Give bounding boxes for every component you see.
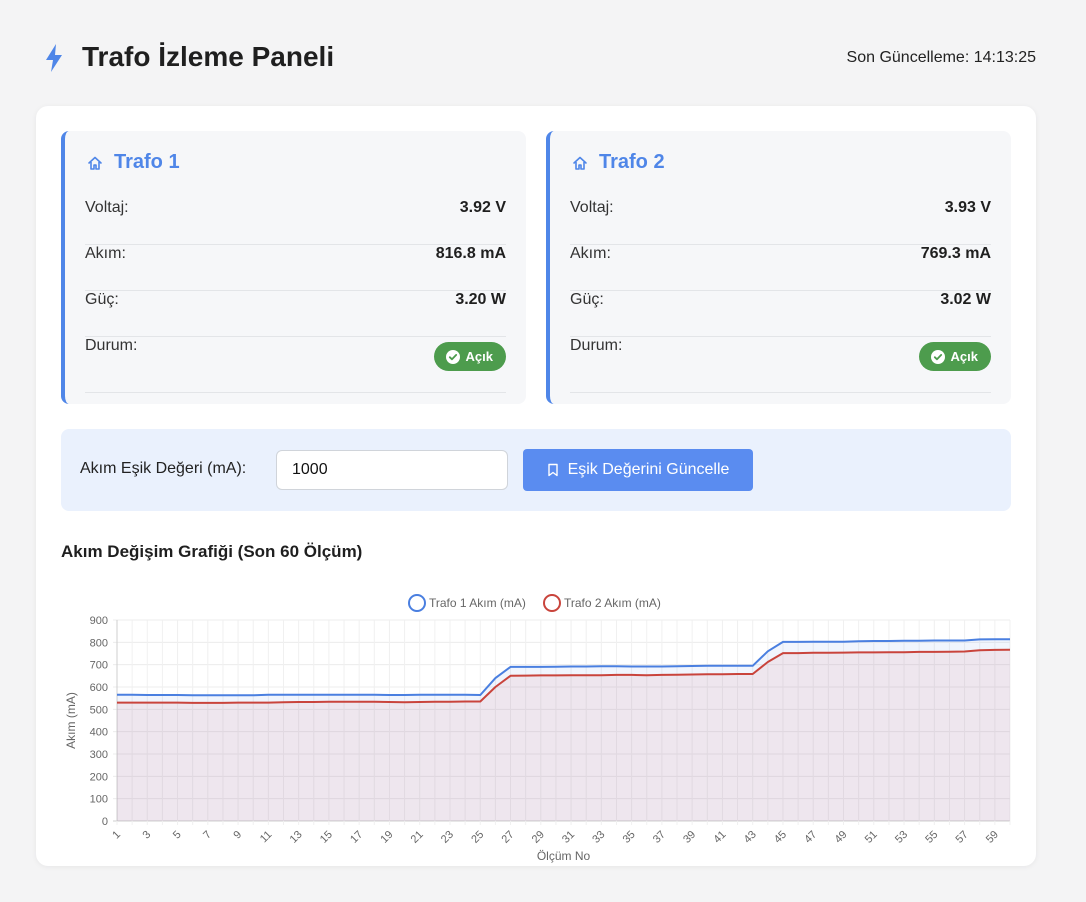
legend-label-1: Trafo 1 Akım (mA) bbox=[429, 596, 526, 610]
x-tick-label: 5 bbox=[171, 829, 184, 842]
x-tick-label: 31 bbox=[560, 829, 577, 846]
page-title: Trafo İzleme Paneli bbox=[82, 41, 335, 72]
x-tick-label: 21 bbox=[409, 829, 426, 846]
trafo-2-title-label: Trafo 2 bbox=[599, 151, 665, 173]
current-value: 769.3 mA bbox=[920, 245, 991, 262]
x-tick-label: 27 bbox=[499, 829, 516, 846]
update-threshold-button-label: Eşik Değerini Güncelle bbox=[567, 461, 730, 478]
x-tick-label: 11 bbox=[258, 829, 275, 846]
y-tick-label: 400 bbox=[90, 727, 108, 739]
threshold-panel: Akım Eşik Değeri (mA): Eşik Değerini Gün… bbox=[61, 429, 1011, 511]
x-tick-label: 19 bbox=[378, 829, 395, 846]
trafo-1-voltage-row: Voltaj: 3.92 V bbox=[85, 199, 506, 245]
power-label: Güç: bbox=[85, 291, 119, 308]
trafo-1-title-label: Trafo 1 bbox=[114, 151, 180, 173]
current-label: Akım: bbox=[570, 245, 611, 262]
y-tick-label: 200 bbox=[90, 771, 108, 783]
x-tick-label: 55 bbox=[923, 829, 940, 846]
last-update-text: Son Güncelleme: 14:13:25 bbox=[846, 49, 1036, 66]
trafo-1-current-row: Akım: 816.8 mA bbox=[85, 245, 506, 291]
x-tick-label: 37 bbox=[651, 829, 668, 846]
trafo-2-voltage-row: Voltaj: 3.93 V bbox=[570, 199, 991, 245]
trafo-2-panel: Trafo 2 Voltaj: 3.93 V Akım: 769.3 mA Gü… bbox=[546, 131, 1011, 404]
threshold-input[interactable] bbox=[276, 450, 508, 490]
x-tick-label: 39 bbox=[681, 829, 698, 846]
x-tick-label: 1 bbox=[110, 829, 123, 842]
y-tick-label: 0 bbox=[102, 816, 108, 828]
x-tick-label: 15 bbox=[318, 829, 335, 846]
x-tick-label: 33 bbox=[590, 829, 607, 846]
current-chart: 01002003004005006007008009001 3 5 7 9 11 13 15 1… bbox=[64, 594, 1011, 863]
status-badge: Açık bbox=[918, 342, 991, 371]
trafo-2-current-row: Akım: 769.3 mA bbox=[570, 245, 991, 291]
status-badge-label: Açık bbox=[465, 349, 493, 364]
y-tick-label: 900 bbox=[90, 615, 108, 627]
y-axis-title: Akım (mA) bbox=[64, 692, 78, 749]
x-tick-label: 29 bbox=[530, 829, 547, 846]
x-tick-label: 17 bbox=[348, 829, 365, 846]
power-value: 3.20 W bbox=[455, 291, 506, 308]
check-circle-icon bbox=[930, 349, 945, 364]
x-tick-label: 13 bbox=[288, 829, 305, 846]
x-tick-label: 59 bbox=[984, 829, 1001, 846]
x-tick-label: 3 bbox=[141, 829, 154, 842]
power-label: Güç: bbox=[570, 291, 604, 308]
update-threshold-button[interactable]: Eşik Değerini Güncelle bbox=[523, 449, 753, 491]
current-value: 816.8 mA bbox=[435, 245, 506, 262]
check-circle-icon bbox=[445, 349, 460, 364]
x-tick-label: 9 bbox=[231, 829, 244, 842]
y-tick-label: 100 bbox=[90, 794, 108, 806]
home-icon bbox=[88, 156, 102, 170]
legend-marker-1 bbox=[408, 594, 426, 612]
x-tick-label: 49 bbox=[832, 829, 849, 846]
x-tick-label: 53 bbox=[893, 829, 910, 846]
x-tick-label: 25 bbox=[469, 829, 486, 846]
trafo-1-status-row: Durum: Açık bbox=[85, 337, 506, 393]
trafo-2-status-row: Durum: Açık bbox=[570, 337, 991, 393]
y-tick-label: 700 bbox=[90, 660, 108, 672]
y-tick-label: 800 bbox=[90, 637, 108, 649]
status-badge: Açık bbox=[433, 342, 506, 371]
y-tick-label: 500 bbox=[90, 704, 108, 716]
bookmark-icon bbox=[547, 463, 558, 477]
legend-marker-2 bbox=[543, 594, 561, 612]
x-tick-label: 43 bbox=[742, 829, 759, 846]
lightning-bolt-icon bbox=[46, 44, 62, 72]
y-tick-label: 600 bbox=[90, 682, 108, 694]
chart-title: Akım Değişim Grafiği (Son 60 Ölçüm) bbox=[61, 542, 363, 561]
voltage-value: 3.93 V bbox=[944, 199, 991, 216]
status-badge-label: Açık bbox=[950, 349, 978, 364]
trafo-1-panel: Trafo 1 Voltaj: 3.92 V Akım: 816.8 mA Gü… bbox=[61, 131, 526, 404]
x-axis-title: Ölçüm No bbox=[537, 849, 591, 863]
x-tick-label: 47 bbox=[802, 829, 819, 846]
status-label: Durum: bbox=[85, 337, 138, 354]
x-tick-label: 41 bbox=[711, 829, 728, 846]
trafo-1-power-row: Güç: 3.20 W bbox=[85, 291, 506, 337]
threshold-label: Akım Eşik Değeri (mA): bbox=[80, 460, 247, 477]
x-tick-label: 23 bbox=[439, 829, 456, 846]
x-tick-label: 51 bbox=[863, 829, 880, 846]
home-icon bbox=[573, 156, 587, 170]
status-label: Durum: bbox=[570, 337, 623, 354]
x-tick-label: 57 bbox=[954, 829, 971, 846]
legend-label-2: Trafo 2 Akım (mA) bbox=[564, 596, 661, 610]
voltage-label: Voltaj: bbox=[570, 199, 614, 216]
x-tick-label: 45 bbox=[772, 829, 789, 846]
x-tick-label: 35 bbox=[621, 829, 638, 846]
main-card: Trafo 1 Voltaj: 3.92 V Akım: 816.8 mA Gü… bbox=[36, 106, 1036, 866]
current-label: Akım: bbox=[85, 245, 126, 262]
y-tick-label: 300 bbox=[90, 749, 108, 761]
voltage-label: Voltaj: bbox=[85, 199, 129, 216]
header: Trafo İzleme Paneli Son Güncelleme: 14:1… bbox=[40, 40, 1036, 78]
x-tick-label: 7 bbox=[201, 829, 214, 842]
trafo-2-power-row: Güç: 3.02 W bbox=[570, 291, 991, 337]
voltage-value: 3.92 V bbox=[459, 199, 506, 216]
power-value: 3.02 W bbox=[940, 291, 991, 308]
